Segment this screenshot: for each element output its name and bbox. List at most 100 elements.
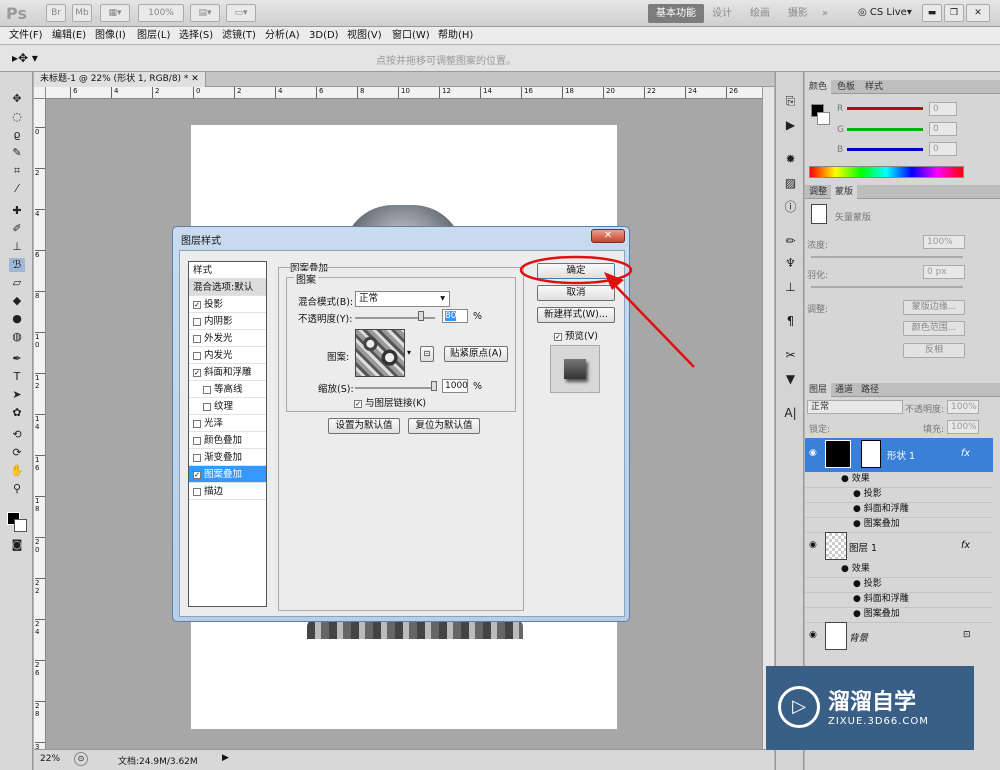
- layer-blend-mode[interactable]: 正常: [807, 400, 903, 414]
- status-zoom[interactable]: 22%: [40, 754, 60, 764]
- snap-origin-button[interactable]: 贴紧原点(A): [444, 346, 508, 362]
- history-brush-tool-icon[interactable]: ℬ: [9, 258, 25, 272]
- workspace-painting[interactable]: 绘画: [742, 4, 778, 23]
- shape-tool-icon[interactable]: ✿: [9, 406, 25, 420]
- blend-options-item[interactable]: 混合选项:默认: [189, 279, 266, 296]
- tab-styles[interactable]: 样式: [861, 80, 887, 94]
- tab-adjustments[interactable]: 调整: [805, 185, 831, 199]
- eyedropper-tool-icon[interactable]: ⁄: [9, 182, 25, 196]
- density-slider[interactable]: [811, 256, 963, 258]
- layer-opacity-field[interactable]: 100%: [947, 400, 979, 414]
- status-menu-arrow[interactable]: ▶: [222, 753, 229, 763]
- stamp-tool-icon[interactable]: ⊥: [9, 240, 25, 254]
- menu-help[interactable]: 帮助(H): [438, 28, 473, 44]
- green-slider[interactable]: [847, 128, 923, 131]
- style-checkbox[interactable]: ✓: [193, 300, 201, 309]
- feather-slider[interactable]: [811, 286, 963, 288]
- blue-slider[interactable]: [847, 148, 923, 151]
- style-item[interactable]: 颜色叠加: [189, 432, 266, 449]
- history-panel-icon[interactable]: ⎘: [783, 94, 798, 109]
- style-checkbox[interactable]: [193, 334, 201, 343]
- close-tab-icon[interactable]: ✕: [191, 74, 199, 84]
- fx-icon[interactable]: fx: [961, 448, 970, 459]
- layer-name[interactable]: 背景: [849, 630, 868, 644]
- scale-slider-track[interactable]: [355, 387, 435, 389]
- layer-row-shape1[interactable]: ◉ 形状 1 fx: [805, 438, 993, 472]
- zoom-tool-icon[interactable]: ⚲: [9, 482, 25, 496]
- style-item[interactable]: 渐变叠加: [189, 449, 266, 466]
- actions-panel-icon[interactable]: ▶: [783, 118, 798, 133]
- style-checkbox[interactable]: [193, 453, 201, 462]
- paint-bucket-tool-icon[interactable]: ◆: [9, 294, 25, 308]
- eraser-tool-icon[interactable]: ▱: [9, 276, 25, 290]
- green-field[interactable]: 0: [929, 122, 957, 136]
- workspace-essentials[interactable]: 基本功能: [648, 4, 704, 23]
- style-checkbox[interactable]: ✓: [193, 470, 201, 479]
- blue-field[interactable]: 0: [929, 142, 957, 156]
- view-extras-button[interactable]: ▦▾: [100, 4, 130, 22]
- visibility-eye-icon[interactable]: ◉: [809, 630, 817, 640]
- healing-tool-icon[interactable]: ✚: [9, 204, 25, 218]
- layer-row-layer1[interactable]: ◉ 图层 1 fx: [805, 530, 993, 564]
- make-default-button[interactable]: 设置为默认值: [328, 418, 400, 434]
- document-tab[interactable]: 未标题-1 @ 22% (形状 1, RGB/8) * ✕: [34, 72, 206, 87]
- brush-tool-icon[interactable]: ✐: [9, 222, 25, 236]
- zoom-combo[interactable]: 100%: [138, 4, 184, 22]
- effect-row[interactable]: ● 投影: [805, 577, 993, 593]
- fx-icon[interactable]: fx: [961, 540, 970, 551]
- screen-mode-button[interactable]: ▭▾: [226, 4, 256, 22]
- menu-layer[interactable]: 图层(L): [137, 28, 170, 44]
- style-checkbox[interactable]: [203, 402, 211, 411]
- pen-tool-icon[interactable]: ✒: [9, 352, 25, 366]
- red-field[interactable]: 0: [929, 102, 957, 116]
- style-checkbox[interactable]: [193, 419, 201, 428]
- paragraph-panel-icon[interactable]: ¶: [783, 314, 798, 329]
- scale-slider-thumb[interactable]: [431, 381, 437, 391]
- tab-swatches[interactable]: 色板: [833, 80, 859, 94]
- quick-select-tool-icon[interactable]: ✎: [9, 146, 25, 160]
- opacity-slider-thumb[interactable]: [418, 311, 424, 321]
- mask-edge-button[interactable]: 蒙版边缘...: [903, 300, 965, 315]
- blur-tool-icon[interactable]: ●: [9, 312, 25, 326]
- minibridge-button[interactable]: Mb: [72, 4, 92, 22]
- cslive-button[interactable]: ◎ CS Live▾: [858, 7, 912, 18]
- style-item[interactable]: ✓ 斜面和浮雕: [189, 364, 266, 381]
- minimize-button[interactable]: ▬: [922, 4, 942, 22]
- style-checkbox[interactable]: [203, 385, 211, 394]
- visibility-eye-icon[interactable]: ◉: [809, 448, 817, 458]
- style-checkbox[interactable]: [193, 317, 201, 326]
- style-item[interactable]: 内阴影: [189, 313, 266, 330]
- 3d-rotate-tool-icon[interactable]: ⟲: [9, 428, 25, 442]
- menu-window[interactable]: 窗口(W): [392, 28, 430, 44]
- pattern-swatch[interactable]: [355, 329, 405, 377]
- 3d-orbit-tool-icon[interactable]: ⟳: [9, 446, 25, 460]
- bridge-button[interactable]: Br: [46, 4, 66, 22]
- style-checkbox[interactable]: [193, 351, 201, 360]
- status-proof-icon[interactable]: ⊙: [74, 752, 88, 766]
- tab-channels[interactable]: 通道: [831, 383, 857, 397]
- restore-button[interactable]: ❐: [944, 4, 964, 22]
- density-field[interactable]: 100%: [923, 235, 965, 249]
- close-app-button[interactable]: ✕: [966, 4, 990, 22]
- layer-name[interactable]: 图层 1: [849, 540, 877, 554]
- crop-tool-icon[interactable]: ⌗: [9, 164, 25, 178]
- scale-field[interactable]: 1000: [442, 379, 468, 393]
- style-item[interactable]: 等高线: [189, 381, 266, 398]
- dodge-tool-icon[interactable]: ◍: [9, 330, 25, 344]
- background-color-swatch[interactable]: [14, 519, 27, 532]
- menu-filter[interactable]: 滤镜(T): [222, 28, 256, 44]
- effect-row[interactable]: ● 斜面和浮雕: [805, 502, 993, 518]
- workspace-photography[interactable]: 摄影: [780, 4, 816, 23]
- style-item[interactable]: 外发光: [189, 330, 266, 347]
- color-background-swatch[interactable]: [817, 112, 830, 125]
- new-preset-icon[interactable]: ⊡: [420, 346, 434, 362]
- quick-mask-icon[interactable]: ◙: [9, 538, 25, 552]
- menu-select[interactable]: 选择(S): [179, 28, 213, 44]
- blend-mode-select[interactable]: 正常 ▾: [355, 291, 450, 307]
- menu-file[interactable]: 文件(F): [9, 28, 43, 44]
- style-item[interactable]: ✓ 投影: [189, 296, 266, 313]
- effects-row[interactable]: ● 效果: [805, 472, 993, 488]
- visibility-eye-icon[interactable]: ◉: [809, 540, 817, 550]
- menu-analysis[interactable]: 分析(A): [265, 28, 300, 44]
- effects-row[interactable]: ● 效果: [805, 562, 993, 578]
